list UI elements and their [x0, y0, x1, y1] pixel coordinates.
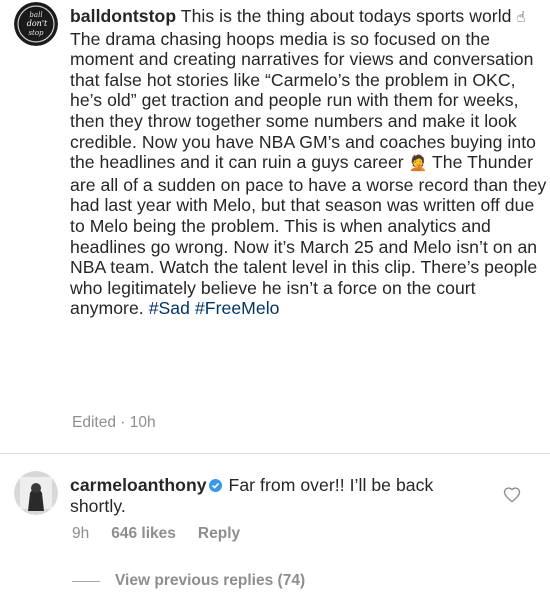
- svg-text:stop: stop: [28, 29, 44, 37]
- avatar-carmeloanthony-photo: [14, 471, 58, 515]
- reply-button[interactable]: Reply: [198, 525, 240, 542]
- hashtag-link[interactable]: #Sad: [149, 298, 190, 318]
- view-previous-replies-link[interactable]: View previous replies (74): [115, 572, 305, 590]
- avatar-balldontstop-logo: ball don't stop: [14, 2, 58, 46]
- reply-body: carmeloanthony Far from over!! I’ll be b…: [70, 475, 490, 516]
- reply-timestamp: 9h: [72, 525, 90, 542]
- pointing-up-emoji-icon: ☝: [516, 9, 526, 26]
- comment-text-part: The Thunder are all of a sudden on pace …: [70, 152, 547, 319]
- hashtag-link[interactable]: #FreeMelo: [195, 298, 280, 318]
- replies-divider-line: [72, 581, 100, 582]
- verified-badge-icon: [208, 479, 222, 492]
- avatar-carmeloanthony[interactable]: [14, 471, 58, 515]
- reply-meta: 9h 646 likes Reply: [72, 525, 244, 543]
- comment-text-part: This is the thing about todays sports wo…: [176, 6, 517, 26]
- heart-icon[interactable]: [503, 486, 521, 504]
- reply-username[interactable]: carmeloanthony: [70, 475, 207, 495]
- comment-meta: Edited · 10h: [72, 414, 160, 432]
- comment-body: balldontstop This is the thing about tod…: [70, 6, 548, 319]
- facepalm-emoji-icon: 🤦: [408, 155, 428, 173]
- comment-text-part: The drama chasing hoops media is so focu…: [70, 28, 536, 173]
- edited-timestamp: Edited · 10h: [72, 414, 156, 431]
- divider: [0, 453, 550, 454]
- reply-likes[interactable]: 646 likes: [111, 525, 176, 542]
- svg-text:don't: don't: [27, 19, 48, 28]
- comment-username[interactable]: balldontstop: [70, 6, 176, 26]
- avatar-balldontstop[interactable]: ball don't stop: [14, 2, 58, 46]
- svg-text:ball: ball: [29, 11, 42, 19]
